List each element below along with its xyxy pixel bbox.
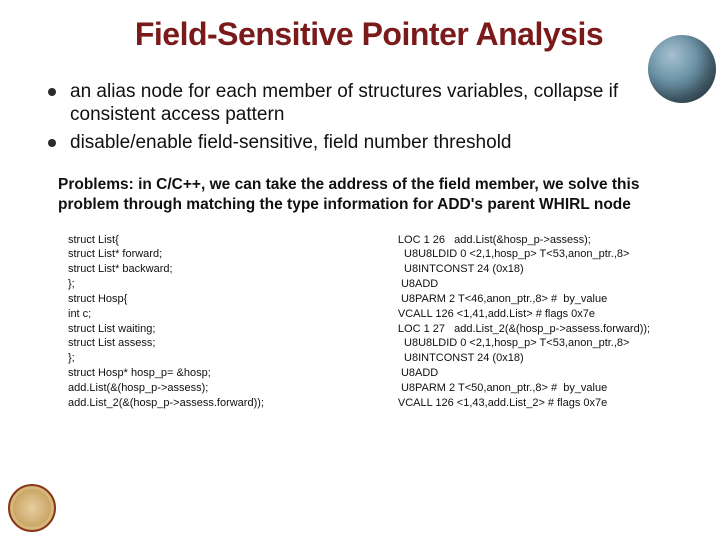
university-seal-icon <box>8 484 56 532</box>
slide-title: Field-Sensitive Pointer Analysis <box>38 18 700 52</box>
bullet-text: an alias node for each member of structu… <box>70 80 682 128</box>
bullet-dot-icon <box>48 139 56 147</box>
code-left: struct List{ struct List* forward; struc… <box>68 233 348 411</box>
bullet-text: disable/enable field-sensitive, field nu… <box>70 131 511 155</box>
code-columns: struct List{ struct List* forward; struc… <box>68 233 690 411</box>
bullet-item: disable/enable field-sensitive, field nu… <box>48 131 682 155</box>
code-right: LOC 1 26 add.List(&hosp_p->assess); U8U8… <box>398 233 690 411</box>
problems-paragraph: Problems: in C/C++, we can take the addr… <box>58 175 682 215</box>
bullet-dot-icon <box>48 88 56 96</box>
globe-decoration <box>648 35 716 103</box>
slide: Field-Sensitive Pointer Analysis an alia… <box>0 0 720 540</box>
bullet-list: an alias node for each member of structu… <box>48 80 682 155</box>
bullet-item: an alias node for each member of structu… <box>48 80 682 128</box>
